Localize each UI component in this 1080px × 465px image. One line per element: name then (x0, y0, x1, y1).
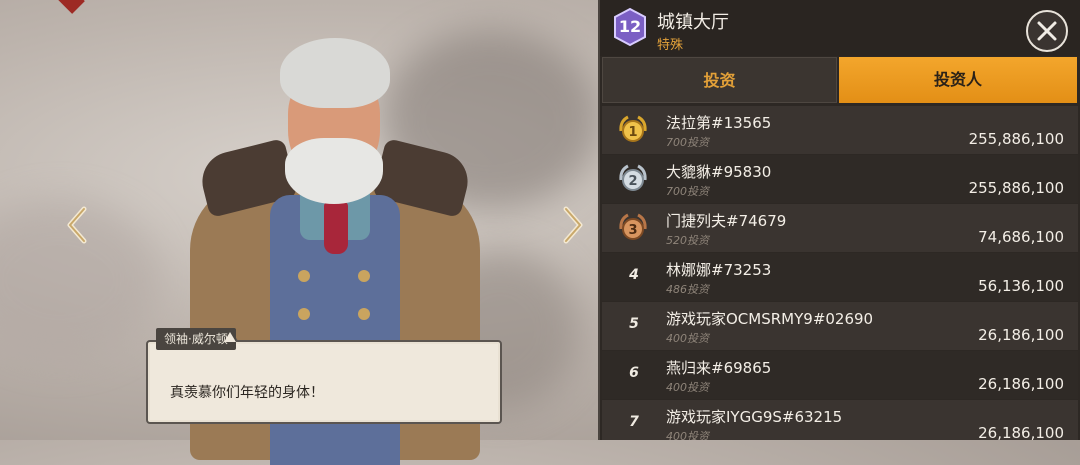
leaderboard-row[interactable]: 2 大貔貅#95830 700投资 255,886,100 (602, 155, 1078, 203)
building-panel: 12 城镇大厅 特殊 投资 投资人 1 法拉第#13565 700投资 255,… (598, 0, 1080, 440)
tab-investors[interactable]: 投资人 (839, 57, 1077, 103)
vest-button (358, 308, 370, 320)
invest-amount: 255,886,100 (968, 130, 1064, 148)
npc-dialog-box[interactable]: 领袖·威尔顿 真羡慕你们年轻的身体！ (146, 328, 502, 424)
invest-count: 400投资 (666, 332, 709, 345)
vest-button (298, 308, 310, 320)
invest-count: 520投资 (666, 234, 709, 247)
invest-amount: 56,136,100 (978, 277, 1064, 295)
invest-amount: 74,686,100 (978, 228, 1064, 246)
chevron-right-icon[interactable] (560, 205, 586, 245)
building-type: 特殊 (657, 38, 684, 53)
invest-count: 700投资 (666, 185, 709, 198)
leaderboard-row[interactable]: 7 游戏玩家IYGG9S#63215 400投资 26,186,100 (602, 400, 1078, 440)
player-name: 林娜娜#73253 (666, 261, 772, 279)
player-name: 游戏玩家IYGG9S#63215 (666, 408, 843, 426)
svg-text:2: 2 (628, 174, 637, 189)
npc-tie (324, 202, 348, 254)
rank-number: 7 (629, 414, 639, 430)
svg-text:1: 1 (628, 125, 637, 140)
level-badge: 12 (612, 7, 648, 47)
close-button[interactable] (1026, 10, 1068, 52)
invest-amount: 255,886,100 (968, 179, 1064, 197)
invest-count: 400投资 (666, 430, 709, 440)
vest-button (358, 270, 370, 282)
dialog-text: 真羡慕你们年轻的身体！ (170, 385, 324, 401)
silver-medal-icon: 2 (619, 164, 647, 191)
corner-decoration (55, 0, 85, 14)
invest-amount: 26,186,100 (978, 424, 1064, 440)
leaderboard-row[interactable]: 5 游戏玩家OCMSRMY9#02690 400投资 26,186,100 (602, 302, 1078, 350)
investor-leaderboard[interactable]: 1 法拉第#13565 700投资 255,886,100 2 大貔貅#9583… (602, 106, 1078, 440)
bronze-medal-icon: 3 (619, 213, 647, 240)
dialog-tail-inner (224, 332, 236, 342)
invest-count: 486投资 (666, 283, 709, 296)
player-name: 大貔貅#95830 (666, 163, 772, 181)
svg-text:3: 3 (628, 223, 637, 238)
invest-amount: 26,186,100 (978, 326, 1064, 344)
panel-header: 12 城镇大厅 特殊 (600, 0, 1080, 56)
tab-invest[interactable]: 投资 (602, 57, 837, 103)
tab-bar: 投资 投资人 (602, 57, 1078, 103)
npc-beard (285, 138, 383, 204)
rank-number: 5 (629, 316, 639, 332)
npc-hair (280, 38, 390, 108)
player-name: 游戏玩家OCMSRMY9#02690 (666, 310, 874, 328)
leaderboard-row[interactable]: 4 林娜娜#73253 486投资 56,136,100 (602, 253, 1078, 301)
player-name: 燕归来#69865 (666, 359, 772, 377)
vest-button (298, 270, 310, 282)
player-name: 法拉第#13565 (666, 114, 772, 132)
invest-count: 700投资 (666, 136, 709, 149)
invest-count: 400投资 (666, 381, 709, 394)
rank-number: 6 (629, 365, 639, 381)
invest-amount: 26,186,100 (978, 375, 1064, 393)
building-name: 城镇大厅 (657, 12, 729, 33)
building-level: 12 (618, 17, 642, 36)
rank-number: 4 (629, 267, 639, 283)
leaderboard-row[interactable]: 3 门捷列夫#74679 520投资 74,686,100 (602, 204, 1078, 252)
close-icon (1037, 21, 1057, 41)
gold-medal-icon: 1 (619, 115, 647, 142)
leaderboard-row[interactable]: 1 法拉第#13565 700投资 255,886,100 (602, 106, 1078, 154)
player-name: 门捷列夫#74679 (666, 212, 787, 230)
leaderboard-row[interactable]: 6 燕归来#69865 400投资 26,186,100 (602, 351, 1078, 399)
chevron-left-icon[interactable] (64, 205, 90, 245)
